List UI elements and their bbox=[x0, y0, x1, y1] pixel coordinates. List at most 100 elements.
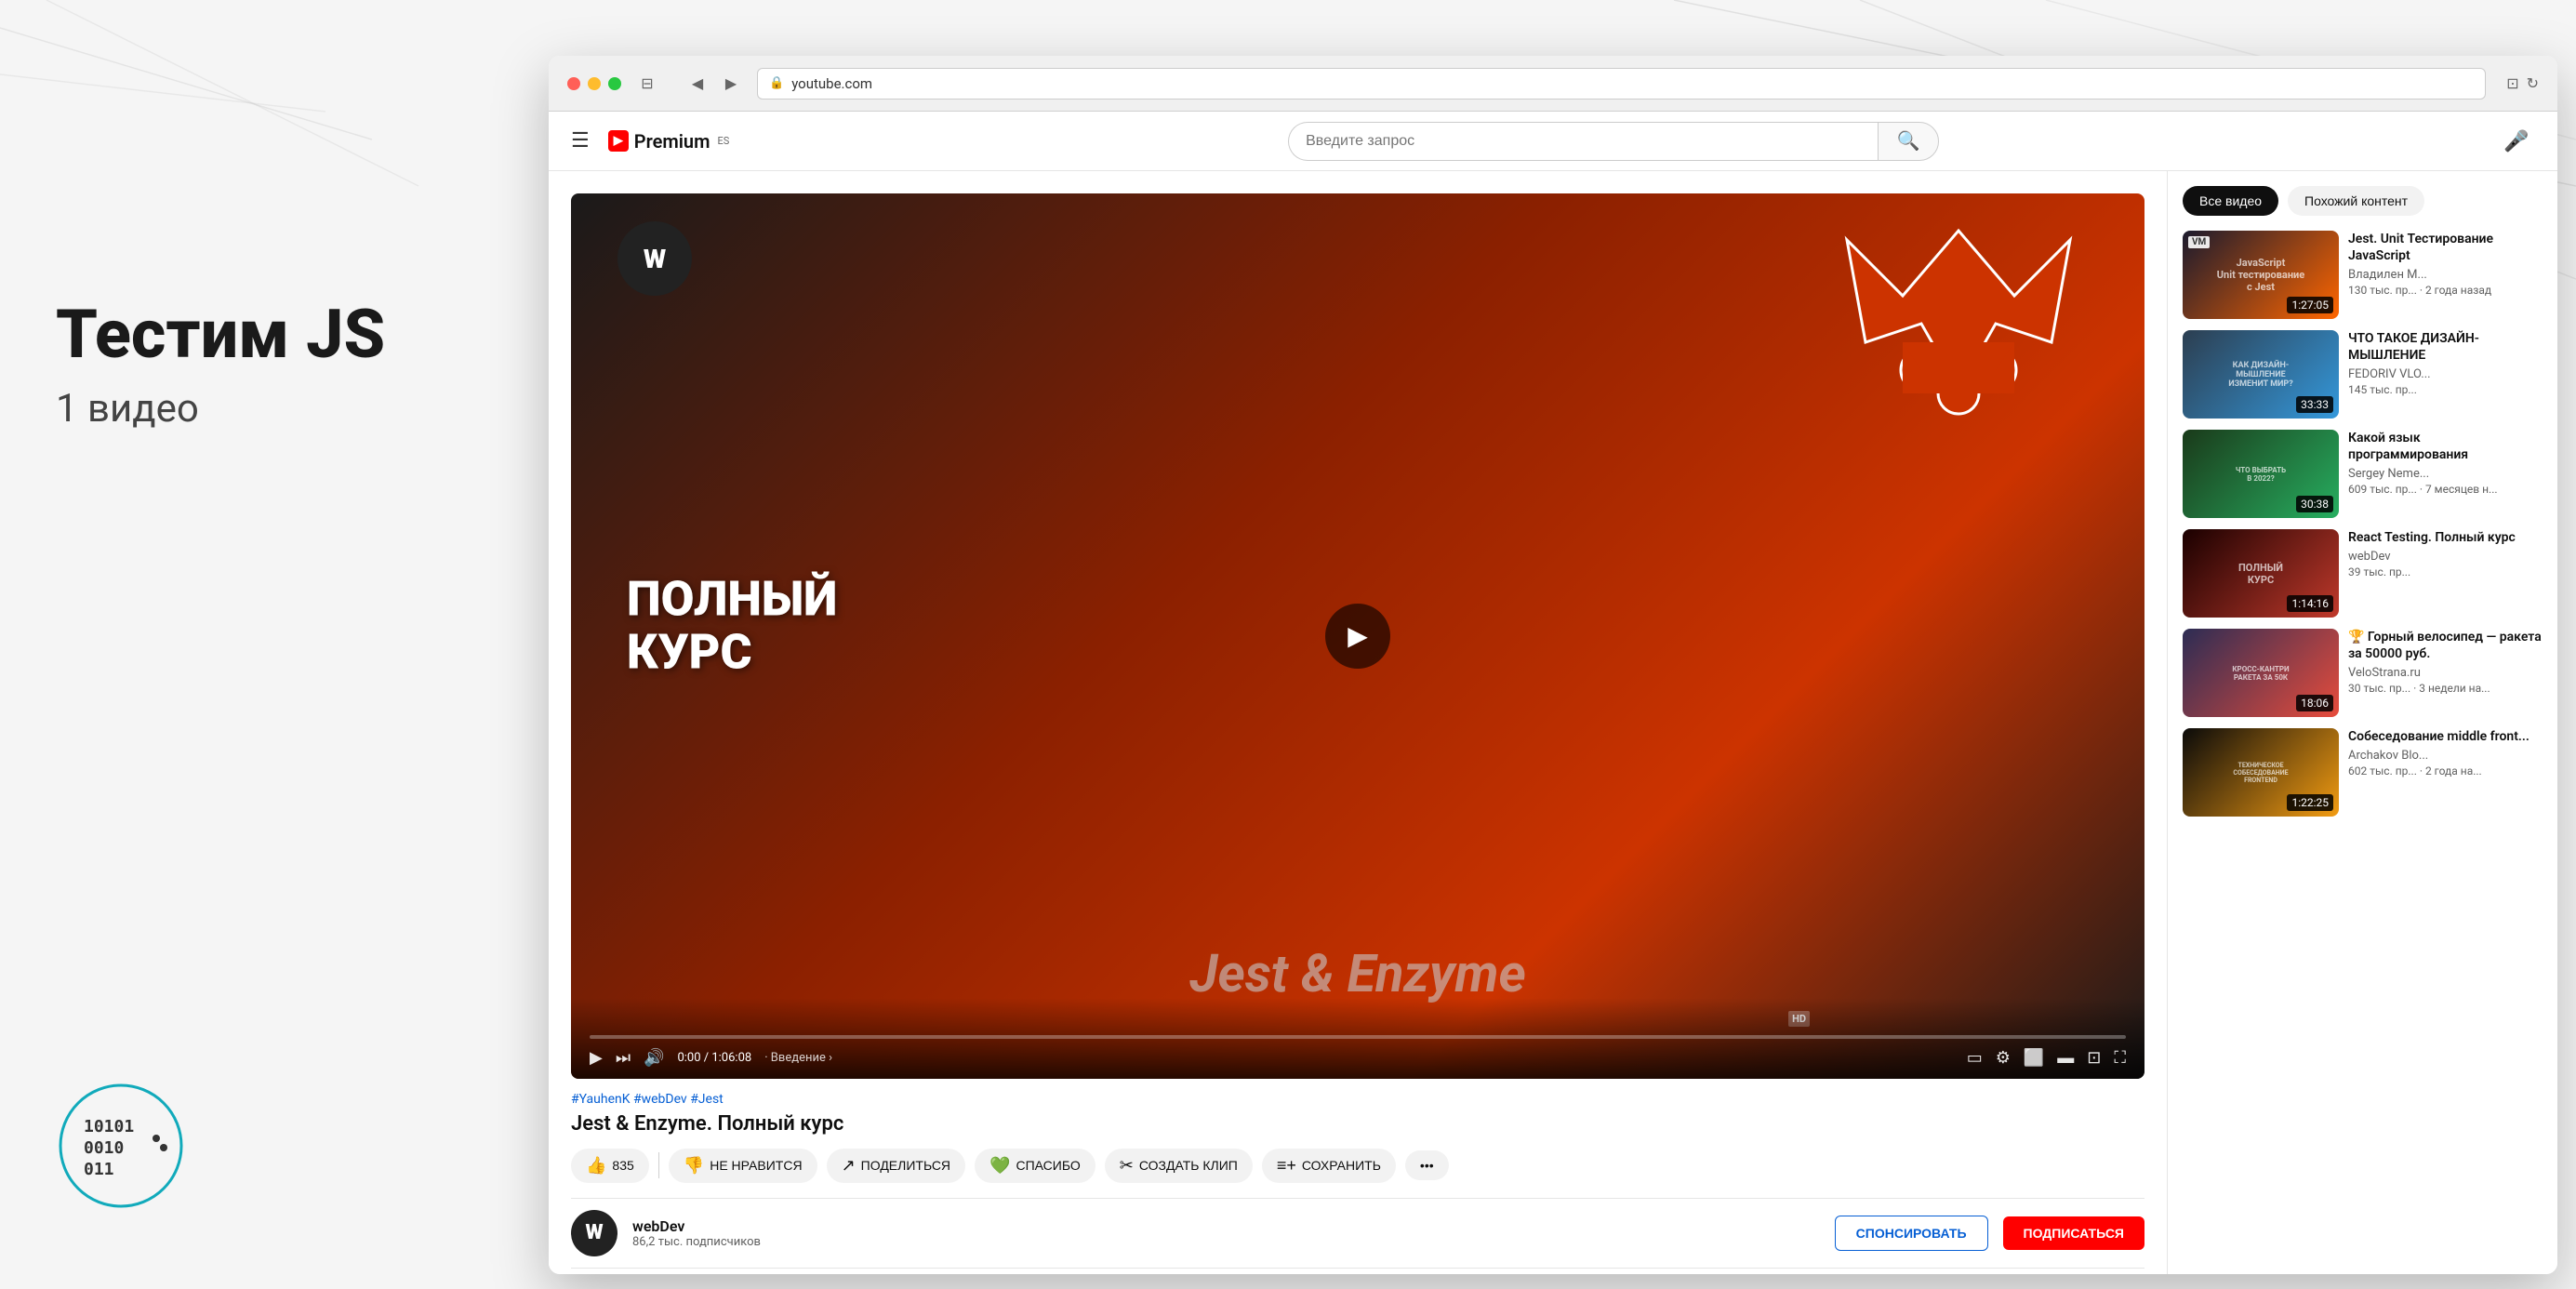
play-pause-icon[interactable]: ▶ bbox=[590, 1048, 603, 1068]
volume-icon[interactable]: 🔊 bbox=[644, 1048, 664, 1068]
refresh-icon[interactable]: ↻ bbox=[2527, 74, 2539, 92]
time-display: 0:00 / 1:06:08 bbox=[677, 1051, 751, 1065]
progress-bar[interactable] bbox=[590, 1035, 2126, 1039]
thumb-duration-1: 1:27:05 bbox=[2287, 297, 2333, 313]
card-meta-5: 30 тыс. пр... · 3 недели на... bbox=[2348, 682, 2543, 695]
theater-icon[interactable]: ▬ bbox=[2057, 1048, 2074, 1068]
minimize-button[interactable] bbox=[588, 77, 601, 90]
cast-icon[interactable]: ⊡ bbox=[2087, 1048, 2101, 1068]
card-channel-6: Archakov Blo... bbox=[2348, 749, 2543, 763]
filter-similar-content[interactable]: Похожий контент bbox=[2288, 186, 2424, 216]
search-button[interactable]: 🔍 bbox=[1878, 122, 1939, 161]
page-title: Тестим JS bbox=[56, 298, 484, 371]
thanks-icon: 💚 bbox=[989, 1156, 1010, 1176]
card-title-5: 🏆 Горный велосипед — ракета за 50000 руб… bbox=[2348, 629, 2543, 662]
hamburger-menu-icon[interactable]: ☰ bbox=[571, 129, 590, 153]
like-icon: 👍 bbox=[586, 1156, 606, 1176]
channel-meta: webDev 86,2 тыс. подписчиков bbox=[632, 1217, 1820, 1249]
close-button[interactable] bbox=[567, 77, 580, 90]
more-icon: ••• bbox=[1420, 1158, 1434, 1173]
card-info-6: Собеседование middle front... Archakov B… bbox=[2348, 728, 2543, 817]
thanks-button[interactable]: 💚 СПАСИБО bbox=[975, 1149, 1095, 1183]
controls-row: ▶ ⏭ 🔊 0:00 / 1:06:08 · Введение › ▭ ⚙ ⬜ … bbox=[590, 1048, 2126, 1068]
settings-icon[interactable]: ⚙ bbox=[1996, 1048, 2011, 1068]
card-meta-1: 130 тыс. пр... · 2 года назад bbox=[2348, 284, 2543, 297]
mic-button[interactable]: 🎤 bbox=[2498, 123, 2535, 160]
jest-logo bbox=[1828, 221, 2089, 454]
video-player[interactable]: W ПОЛНЫЙКУРС ▶ bbox=[571, 193, 2144, 1079]
url-text: youtube.com bbox=[791, 75, 872, 92]
left-panel: Тестим JS 1 видео 10101 0010 011 bbox=[0, 0, 539, 1289]
card-channel-2: FEDORIV VLO... bbox=[2348, 367, 2543, 381]
yt-search: 🔍 bbox=[748, 122, 2479, 161]
browser-actions: ⊡ ↻ bbox=[2506, 74, 2539, 92]
clip-label: СОЗДАТЬ КЛИП bbox=[1139, 1158, 1238, 1173]
card-channel-1: Владилен М... bbox=[2348, 268, 2543, 282]
controls-right: ▭ ⚙ ⬜ ▬ ⊡ ⛶ bbox=[1967, 1048, 2126, 1068]
traffic-lights bbox=[567, 77, 621, 90]
sidebar-filters: Все видео Похожий контент bbox=[2183, 186, 2543, 216]
maximize-button[interactable] bbox=[608, 77, 621, 90]
video-controls: ▶ ⏭ 🔊 0:00 / 1:06:08 · Введение › ▭ ⚙ ⬜ … bbox=[571, 998, 2144, 1079]
more-button[interactable]: ••• bbox=[1405, 1150, 1449, 1180]
sidebar-card-3[interactable]: ЧТО ВЫБРАТЬВ 2022? 30:38 Какой язык прог… bbox=[2183, 430, 2543, 518]
fullscreen-icon[interactable]: ⛶ bbox=[2114, 1048, 2126, 1068]
play-button[interactable]: ▶ bbox=[1325, 604, 1390, 669]
card-title-1: Jest. Unit Тестирование JavaScript bbox=[2348, 231, 2543, 264]
address-bar[interactable]: 🔒 youtube.com bbox=[757, 68, 2486, 100]
yt-logo[interactable]: ▶ Premium ES bbox=[608, 130, 730, 153]
share-icon: ↗ bbox=[842, 1156, 856, 1176]
logo-area: 10101 0010 011 bbox=[56, 1081, 186, 1215]
browser-window: ⊟ ◀ ▶ 🔒 youtube.com ⊡ ↻ ☰ ▶ Premium ES bbox=[549, 56, 2557, 1274]
brand-logo: 10101 0010 011 bbox=[56, 1081, 186, 1211]
card-channel-4: webDev bbox=[2348, 550, 2543, 564]
subscribe-button[interactable]: ПОДПИСАТЬСЯ bbox=[2003, 1216, 2144, 1250]
clip-button[interactable]: ✂ СОЗДАТЬ КЛИП bbox=[1105, 1149, 1253, 1183]
channel-info: W webDev 86,2 тыс. подписчиков СПОНСИРОВ… bbox=[571, 1198, 2144, 1269]
like-count: 835 bbox=[612, 1158, 633, 1173]
thanks-label: СПАСИБО bbox=[1016, 1158, 1080, 1173]
card-info-2: ЧТО ТАКОЕ ДИЗАЙН-МЫШЛЕНИЕ FEDORIV VLO...… bbox=[2348, 330, 2543, 419]
subtitles-icon[interactable]: ▭ bbox=[1967, 1048, 1983, 1068]
card-meta-4: 39 тыс. пр... bbox=[2348, 565, 2543, 578]
lock-icon: 🔒 bbox=[769, 76, 784, 90]
sidebar-thumb-4: ПОЛНЫЙКУРС 1:14:16 bbox=[2183, 529, 2339, 618]
forward-button[interactable]: ▶ bbox=[716, 69, 746, 99]
yt-logo-icon: ▶ bbox=[608, 130, 629, 152]
video-overlay-text: ПОЛНЫЙКУРС bbox=[627, 572, 837, 678]
video-channel-logo: W bbox=[617, 221, 692, 296]
back-button[interactable]: ◀ bbox=[683, 69, 712, 99]
yt-sidebar: Все видео Похожий контент VM JavaScriptU… bbox=[2167, 171, 2557, 1274]
video-tags[interactable]: #YauhenK #webDev #Jest bbox=[571, 1092, 2144, 1107]
save-button[interactable]: ≡+ СОХРАНИТЬ bbox=[1262, 1149, 1396, 1183]
browser-nav: ◀ ▶ bbox=[683, 69, 746, 99]
save-label: СОХРАНИТЬ bbox=[1302, 1158, 1381, 1173]
sidebar-card-1[interactable]: VM JavaScriptUnit тестированиес Jest 1:2… bbox=[2183, 231, 2543, 319]
next-icon[interactable]: ⏭ bbox=[616, 1048, 631, 1068]
search-input[interactable] bbox=[1288, 122, 1878, 161]
youtube-content: ☰ ▶ Premium ES 🔍 🎤 bbox=[549, 112, 2557, 1274]
channel-subs: 86,2 тыс. подписчиков bbox=[632, 1235, 1820, 1249]
sidebar-card-2[interactable]: КАК ДИЗАЙН-МЫШЛЕНИЕИЗМЕНИТ МИР? 33:33 ЧТ… bbox=[2183, 330, 2543, 419]
sidebar-card-6[interactable]: ТЕХНИЧЕСКОЕСОБЕСЕДОВАНИЕFRONTEND 1:22:25… bbox=[2183, 728, 2543, 817]
dislike-button[interactable]: 👎 НЕ НРАВИТСЯ bbox=[669, 1149, 817, 1183]
channel-avatar: W bbox=[571, 1210, 617, 1256]
share-button[interactable]: ↗ ПОДЕЛИТЬСЯ bbox=[827, 1149, 965, 1183]
yt-search-bar: 🔍 bbox=[1288, 122, 1939, 161]
card-info-1: Jest. Unit Тестирование JavaScript Влади… bbox=[2348, 231, 2543, 319]
sidebar-card-5[interactable]: КРОСС-КАНТРИРАКЕТА ЗА 50К 18:06 🏆 Горный… bbox=[2183, 629, 2543, 717]
sponsor-button[interactable]: СПОНСИРОВАТЬ bbox=[1835, 1216, 1988, 1251]
card-channel-3: Sergey Neme... bbox=[2348, 467, 2543, 481]
sidebar-toggle-button[interactable]: ⊟ bbox=[632, 69, 662, 99]
yt-logo-text: Premium bbox=[634, 130, 710, 153]
chapter-display: · Введение › bbox=[764, 1051, 1954, 1065]
like-button[interactable]: 👍 835 bbox=[571, 1149, 649, 1183]
sidebar-thumb-1: VM JavaScriptUnit тестированиес Jest 1:2… bbox=[2183, 231, 2339, 319]
dislike-label: НЕ НРАВИТСЯ bbox=[710, 1158, 802, 1173]
sidebar-card-4[interactable]: ПОЛНЫЙКУРС 1:14:16 React Testing. Полный… bbox=[2183, 529, 2543, 618]
filter-all-videos[interactable]: Все видео bbox=[2183, 186, 2278, 216]
video-actions: 👍 835 👎 НЕ НРАВИТСЯ ↗ ПОДЕЛИТЬСЯ 💚 С bbox=[571, 1149, 2144, 1183]
miniplayer-icon[interactable]: ⬜ bbox=[2024, 1048, 2044, 1068]
cast-icon[interactable]: ⊡ bbox=[2506, 74, 2518, 92]
channel-name[interactable]: webDev bbox=[632, 1217, 1820, 1235]
